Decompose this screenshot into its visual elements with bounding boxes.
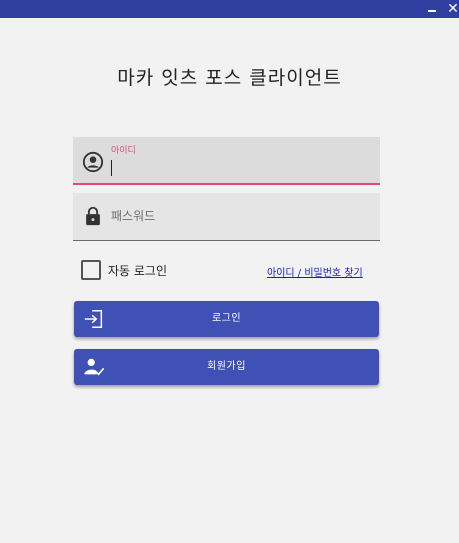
auto-login-checkbox[interactable] <box>81 260 101 280</box>
find-id-password-link[interactable]: 아이디 / 비밀번호 찾기 <box>267 264 363 279</box>
signup-button[interactable]: 회원가입 <box>74 349 379 385</box>
id-field[interactable]: 아이디 <box>73 137 380 185</box>
id-field-label: 아이디 <box>111 146 136 156</box>
signup-button-label: 회원가입 <box>207 361 246 372</box>
lock-icon <box>86 206 100 226</box>
account-circle-icon <box>82 151 104 173</box>
password-input[interactable] <box>111 205 366 227</box>
login-button-label: 로그인 <box>211 313 242 324</box>
minimize-icon <box>428 10 436 12</box>
close-icon: ✕ <box>447 1 459 17</box>
auto-login-label: 자동 로그인 <box>108 264 168 278</box>
close-button[interactable]: ✕ <box>444 0 459 18</box>
login-button[interactable]: 로그인 <box>74 301 379 337</box>
password-field[interactable] <box>73 193 380 241</box>
app-title: 마카 잇츠 포스 클라이언트 <box>117 67 342 89</box>
text-cursor <box>111 160 112 176</box>
minimize-button[interactable] <box>423 0 441 18</box>
window-titlebar: ✕ <box>0 0 459 18</box>
